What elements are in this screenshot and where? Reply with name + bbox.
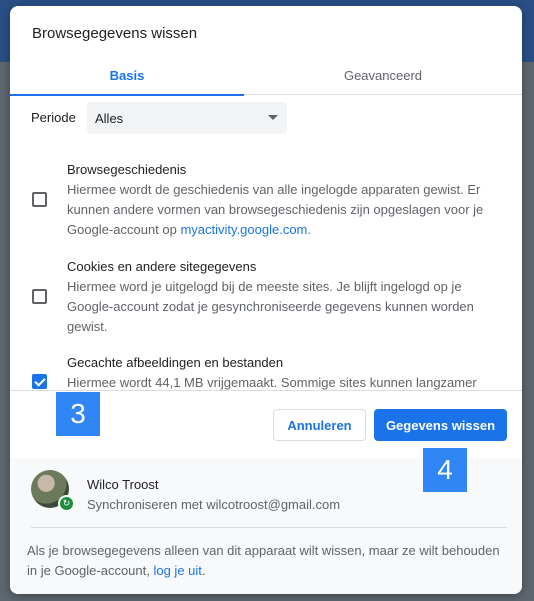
- sync-icon: ↻: [58, 495, 75, 512]
- divider: [31, 527, 507, 528]
- period-label: Periode: [31, 110, 76, 125]
- sync-status: Synchroniseren met wilcotroost@gmail.com: [87, 497, 341, 512]
- option-title: Browsegeschiedenis: [67, 162, 187, 177]
- period-select[interactable]: Alles: [87, 102, 287, 134]
- cancel-button[interactable]: Annuleren: [273, 409, 366, 441]
- dropdown-caret-icon: [268, 115, 278, 120]
- tab-bar: Basis Geavanceerd: [10, 56, 522, 96]
- clear-browsing-data-dialog: Browsegegevens wissen Basis Geavanceerd …: [10, 6, 522, 594]
- clear-data-button[interactable]: Gegevens wissen: [374, 409, 507, 441]
- option-description: Hiermee wordt de geschiedenis van alle i…: [67, 180, 497, 240]
- option-title: Gecachte afbeeldingen en bestanden: [67, 355, 284, 370]
- sign-out-link[interactable]: log je uit: [153, 563, 201, 578]
- option-description: Hiermee wordt 44,1 MB vrijgemaakt. Sommi…: [67, 375, 477, 390]
- period-selected-value: Alles: [95, 110, 124, 126]
- myactivity-link[interactable]: myactivity.google.com: [180, 222, 307, 237]
- cached-images-checkbox[interactable]: [32, 374, 47, 389]
- step-marker-3: 3: [56, 392, 100, 436]
- account-note: Als je browsegegevens alleen van dit app…: [27, 541, 507, 581]
- tab-advanced[interactable]: Geavanceerd: [266, 56, 500, 95]
- browsing-history-checkbox[interactable]: [32, 192, 47, 207]
- account-note-text: Als je browsegegevens alleen van dit app…: [27, 543, 500, 578]
- option-description-end: .: [307, 222, 312, 237]
- account-note-end: .: [201, 563, 206, 578]
- tab-basic[interactable]: Basis: [10, 56, 244, 96]
- dialog-title: Browsegegevens wissen: [32, 25, 198, 42]
- options-scroll-area[interactable]: Periode Alles Browsegeschiedenis Hiermee…: [10, 96, 522, 390]
- cookies-checkbox[interactable]: [32, 289, 47, 304]
- option-description: Hiermee word je uitgelogd bij de meeste …: [67, 279, 474, 334]
- option-title: Cookies en andere sitegegevens: [67, 259, 257, 274]
- step-marker-4: 4: [423, 448, 467, 492]
- account-name: Wilco Troost: [87, 477, 159, 492]
